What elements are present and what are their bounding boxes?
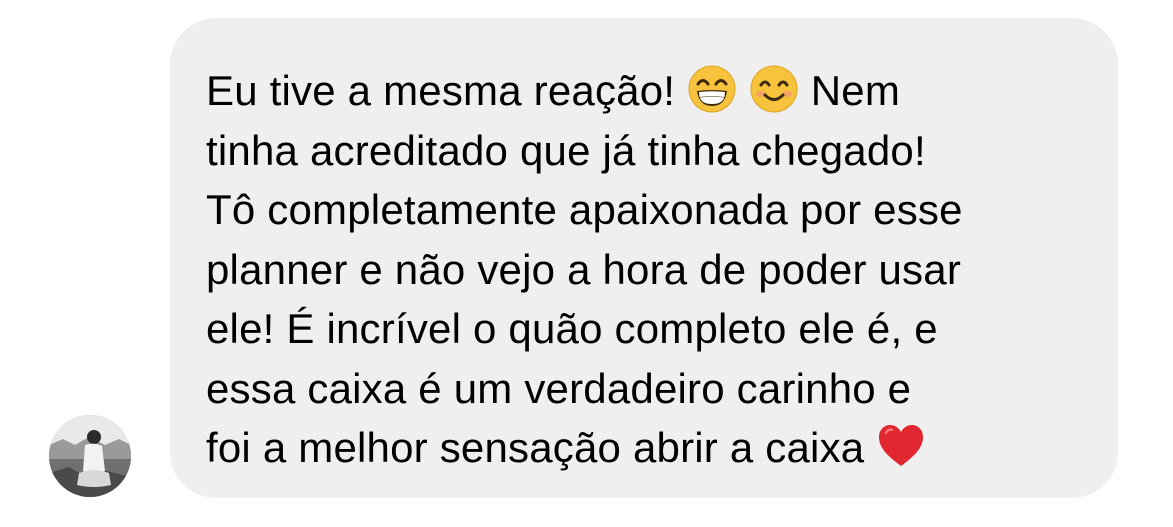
- message-line-1-text: Eu tive a mesma reação!: [206, 67, 676, 114]
- message-line-7-text: foi a melhor sensação abrir a caixa: [206, 424, 865, 471]
- message-line-1: Eu tive a mesma reação! Nem: [206, 61, 1082, 121]
- message-line-5: ele! É incrível o quão completo ele é, e: [206, 305, 938, 352]
- message-line-7: foi a melhor sensação abrir a caixa: [206, 418, 1082, 478]
- message-line-3: Tô completamente apaixonada por esse: [206, 186, 963, 233]
- sender-avatar[interactable]: [49, 415, 131, 497]
- message-line-2: tinha acreditado que já tinha chegado!: [206, 126, 926, 174]
- grinning-face-emoji: [687, 64, 737, 114]
- message-line-4: planner e não vejo a hora de poder usar: [206, 245, 962, 293]
- avatar-photo: [49, 415, 131, 497]
- chat-thread: Eu tive a mesma reação! Nem tinha acredi…: [0, 0, 1173, 527]
- message-line-6: essa caixa é um verdadeiro carinho e: [206, 364, 912, 412]
- message-bubble[interactable]: Eu tive a mesma reação! Nem tinha acredi…: [170, 18, 1118, 498]
- smiling-face-emoji: [749, 64, 799, 114]
- message-text: Eu tive a mesma reação! Nem tinha acredi…: [206, 61, 1082, 478]
- message-line-1-end: Nem: [810, 67, 901, 114]
- red-heart-emoji: [876, 421, 926, 471]
